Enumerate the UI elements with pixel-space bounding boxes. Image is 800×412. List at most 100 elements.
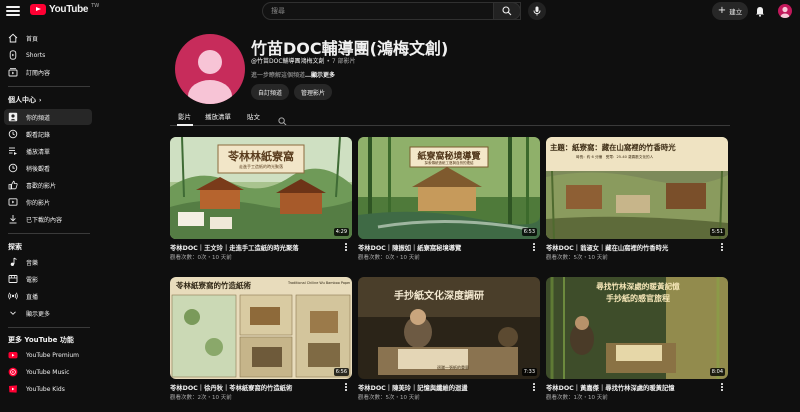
thumbnail-subtitle: 迴盪一張紙的重量 xyxy=(437,365,469,370)
search-box[interactable] xyxy=(262,2,521,20)
video-title[interactable]: 苓林DOC｜黃嘉傑｜尋找竹林深處的暖黃記憶 xyxy=(546,383,714,392)
sidebar-item-label: 首頁 xyxy=(26,35,39,43)
customize-channel-button[interactable]: 自訂頻道 xyxy=(251,84,289,100)
sidebar-item-youtube-music[interactable]: YouTube Music xyxy=(4,364,92,380)
sidebar-item-downloads[interactable]: 已下載的內容 xyxy=(4,211,92,227)
explore-heading-label: 探索 xyxy=(8,243,22,251)
sidebar-item-youtube-kids[interactable]: YouTube Kids xyxy=(4,381,92,397)
user-icon xyxy=(780,6,790,18)
video-title[interactable]: 苓林DOC｜王文玲｜走進手工造紙的時光聚落 xyxy=(170,243,338,252)
sidebar-item-watch-later[interactable]: 稍後觀看 xyxy=(4,160,92,176)
video-meta: 觀看次數：2次・10 天前 xyxy=(170,395,232,401)
live-icon xyxy=(8,291,18,301)
youtube-premium-icon xyxy=(8,350,18,360)
video-thumbnail[interactable]: 苓林林紙寮窩 走進手工造紙的時光聚落 4:29 xyxy=(170,137,352,239)
sidebar-show-more[interactable]: 顯示更多 xyxy=(4,305,92,321)
video-title[interactable]: 苓林DOC｜陳振如｜紙寮窩秘境導覽 xyxy=(358,243,526,252)
more-heading-label: 更多 YouTube 功能 xyxy=(8,336,74,344)
top-bar: YouTube TW + 建立 xyxy=(0,0,800,24)
sidebar-item-label: 訂閱內容 xyxy=(26,69,51,77)
sidebar-item-music[interactable]: 音樂 xyxy=(4,254,92,270)
sidebar-item-liked[interactable]: 喜歡的影片 xyxy=(4,177,92,193)
your-videos-icon xyxy=(8,197,18,207)
notifications-button[interactable] xyxy=(753,4,767,18)
create-label: 建立 xyxy=(729,8,743,16)
sidebar-you-heading[interactable]: 個人中心 › xyxy=(8,95,41,105)
thumbnail-subtitle: Traditional Chiline Wu Bamboo Papermakin… xyxy=(288,281,350,285)
youtube-play-icon xyxy=(30,4,46,15)
video-meta: 觀看次數：1次・10 天前 xyxy=(546,395,608,401)
sidebar-item-history[interactable]: 觀看記錄 xyxy=(4,126,92,142)
video-thumbnail[interactable]: 苓林紙寮窩的竹造紙術 Traditional Chiline Wu Bamboo… xyxy=(170,277,352,379)
channel-avatar[interactable] xyxy=(175,34,245,104)
more-options-icon[interactable] xyxy=(718,242,726,252)
sidebar-item-subscriptions[interactable]: 訂閱內容 xyxy=(4,64,92,80)
tab-posts[interactable]: 貼文 xyxy=(247,111,260,121)
sidebar-item-live[interactable]: 直播 xyxy=(4,288,92,304)
video-thumbnail[interactable]: 主題：紙寮窩：藏在山窩裡的竹香時光 時長：約 6 分鐘 受眾：25-40 歲喜歡… xyxy=(546,137,728,239)
sidebar-item-label: YouTube Music xyxy=(26,368,70,376)
sidebar-item-shorts[interactable]: Shorts xyxy=(4,47,92,63)
sidebar-item-label: 播放清單 xyxy=(26,148,51,156)
sidebar-item-youtube-premium[interactable]: YouTube Premium xyxy=(4,347,92,363)
channel-description-text: 進一步瞭解這個頻道 xyxy=(251,72,306,79)
sidebar-divider xyxy=(8,86,90,87)
history-icon xyxy=(8,129,18,139)
sidebar-item-movies[interactable]: 電影 xyxy=(4,271,92,287)
voice-search-button[interactable] xyxy=(528,2,546,20)
youtube-logo[interactable]: YouTube TW xyxy=(30,3,99,15)
playlists-icon xyxy=(8,146,18,156)
more-options-icon[interactable] xyxy=(530,242,538,252)
video-meta: 觀看次數：5次・10 天前 xyxy=(546,255,608,261)
chevron-down-icon xyxy=(8,308,18,318)
tab-videos[interactable]: 影片 xyxy=(178,111,191,121)
create-button[interactable]: + 建立 xyxy=(712,2,748,20)
more-options-icon[interactable] xyxy=(530,382,538,392)
sidebar-item-label: 電影 xyxy=(26,276,39,284)
sidebar-item-label: Shorts xyxy=(26,51,46,59)
more-options-icon[interactable] xyxy=(342,242,350,252)
video-meta: 觀看次數：0次・10 天前 xyxy=(170,255,232,261)
sidebar-item-your-channel[interactable]: 你的頻道 xyxy=(4,109,92,125)
manage-videos-button[interactable]: 管理影片 xyxy=(294,84,332,100)
more-options-icon[interactable] xyxy=(342,382,350,392)
liked-icon xyxy=(8,180,18,190)
video-title[interactable]: 苓林DOC｜陳美玲｜記憶與纖維的迴盪 xyxy=(358,383,526,392)
sidebar-item-label: 觀看記錄 xyxy=(26,131,51,139)
movies-icon xyxy=(8,274,18,284)
sidebar-explore-heading: 探索 xyxy=(8,242,22,252)
video-duration: 6:53 xyxy=(521,228,537,236)
sidebar-item-your-videos[interactable]: 你的影片 xyxy=(4,194,92,210)
thumbnail-subtitle: 手抄紙的感官旅程 xyxy=(606,293,670,303)
thumbnail-subtitle: 時長：約 6 分鐘 受眾：25-40 歲喜歡文化的人 xyxy=(576,155,654,159)
search-input[interactable] xyxy=(271,7,520,15)
sidebar-item-playlists[interactable]: 播放清單 xyxy=(4,143,92,159)
sidebar-item-home[interactable]: 首頁 xyxy=(4,30,92,46)
show-more-link[interactable]: …顯示更多 xyxy=(305,72,335,79)
plus-icon: + xyxy=(717,5,727,16)
channel-search-button[interactable] xyxy=(278,111,287,130)
shorts-icon xyxy=(8,50,18,60)
menu-icon[interactable] xyxy=(6,4,20,18)
channel-description[interactable]: 進一步瞭解這個頻道…顯示更多 xyxy=(251,70,335,79)
sidebar-item-label: 音樂 xyxy=(26,259,39,267)
video-thumbnail[interactable]: 紙寮窩秘境導覽 探索傳統造紙工藝與自然的連結 6:53 xyxy=(358,137,540,239)
account-avatar[interactable] xyxy=(778,4,792,18)
active-tab-indicator xyxy=(177,124,193,126)
video-thumbnail[interactable]: 尋找竹林深處的暖黃記憶 手抄紙的感官旅程 8:04 xyxy=(546,277,728,379)
video-duration: 7:33 xyxy=(521,368,537,376)
tab-playlists[interactable]: 播放清單 xyxy=(205,111,231,121)
video-title[interactable]: 苓林DOC｜翁淑女｜藏在山窩裡的竹香時光 xyxy=(546,243,714,252)
video-thumbnail[interactable]: 手抄紙文化深度調研 迴盪一張紙的重量 7:33 xyxy=(358,277,540,379)
chevron-right-icon: › xyxy=(39,96,42,104)
your-channel-icon xyxy=(8,112,18,122)
sidebar-item-label: 稍後觀看 xyxy=(26,165,51,173)
sidebar-item-label: YouTube Premium xyxy=(26,351,80,359)
video-meta: 觀看次數：5次・10 天前 xyxy=(358,395,420,401)
subscriptions-icon xyxy=(8,67,18,77)
search-button[interactable] xyxy=(493,2,521,20)
more-options-icon[interactable] xyxy=(718,382,726,392)
video-title[interactable]: 苓林DOC｜徐丹秋｜苓林紙寮窩的竹造紙術 xyxy=(170,383,338,392)
sidebar: 首頁 Shorts 訂閱內容 個人中心 › 你的頻道 觀看記錄 播放清單 稍後觀… xyxy=(0,28,96,412)
logo-text: YouTube xyxy=(49,4,89,15)
